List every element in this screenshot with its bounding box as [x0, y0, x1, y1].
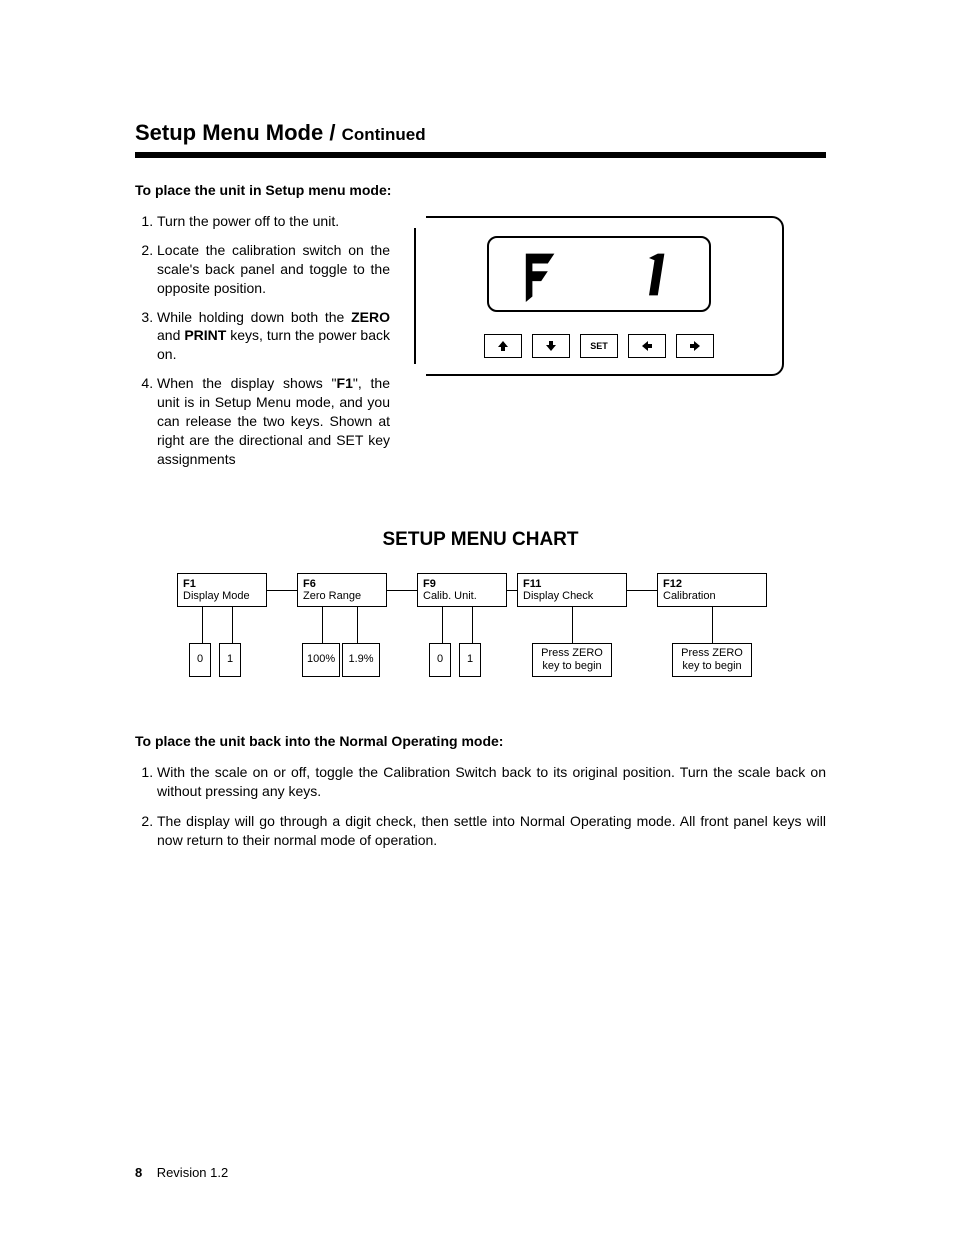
- set-key: SET: [580, 334, 618, 358]
- left-key: [628, 334, 666, 358]
- page-footer: 8 Revision 1.2: [135, 1165, 228, 1180]
- chart-connector: [442, 607, 443, 643]
- chart-connector: [202, 607, 203, 643]
- chart-connector: [232, 607, 233, 643]
- chart-item-f11: F11 Display Check: [517, 573, 627, 607]
- section1-step-1: Turn the power off to the unit.: [157, 212, 390, 231]
- chart-item-f1: F1 Display Mode: [177, 573, 267, 607]
- chart-f1-label: Display Mode: [183, 590, 250, 602]
- section2-step-2: The display will go through a digit chec…: [157, 812, 826, 850]
- chart-f6-code: F6: [303, 578, 316, 590]
- chart-item-f12: F12 Calibration: [657, 573, 767, 607]
- arrow-down-icon: [544, 339, 558, 353]
- key-row: SET: [484, 334, 714, 358]
- chart-f9-code: F9: [423, 578, 436, 590]
- right-key: [676, 334, 714, 358]
- section1-steps-list: Turn the power off to the unit. Locate t…: [135, 212, 390, 469]
- section1-figure-col: SET: [414, 212, 826, 479]
- chart-connector: [627, 590, 657, 591]
- device-panel: SET: [414, 216, 784, 376]
- lcd-display: [487, 236, 711, 312]
- title-rule: [135, 152, 826, 158]
- chart-title: SETUP MENU CHART: [135, 529, 826, 551]
- down-key: [532, 334, 570, 358]
- chart-f9-label: Calib. Unit.: [423, 590, 477, 602]
- page: Setup Menu Mode / Continued To place the…: [0, 0, 954, 1235]
- chart-f11-label: Display Check: [523, 590, 593, 602]
- digit-f: [517, 247, 572, 302]
- up-key: [484, 334, 522, 358]
- chart-f9-opt0: 0: [429, 643, 451, 677]
- chart-f1-code: F1: [183, 578, 196, 590]
- chart-f1-opt1: 1: [219, 643, 241, 677]
- chart-f6-opt1: 1.9%: [342, 643, 380, 677]
- chart-connector: [357, 607, 358, 643]
- setup-menu-chart: F1 Display Mode 0 1 F6 Zero Range 100% 1…: [147, 573, 814, 693]
- section2-steps-list: With the scale on or off, toggle the Cal…: [135, 763, 826, 851]
- section2-step-1: With the scale on or off, toggle the Cal…: [157, 763, 826, 801]
- revision-label: Revision 1.2: [157, 1165, 229, 1180]
- title-continued: Continued: [342, 125, 426, 144]
- chart-f11-code: F11: [523, 578, 541, 590]
- title-sep: /: [323, 120, 341, 145]
- section1-heading: To place the unit in Setup menu mode:: [135, 182, 826, 198]
- chart-f6-label: Zero Range: [303, 590, 361, 602]
- chart-f6-opt0: 100%: [302, 643, 340, 677]
- chart-connector: [572, 607, 573, 643]
- chart-connector: [387, 590, 417, 591]
- chart-connector: [507, 590, 517, 591]
- section1-step-4: When the display shows "F1", the unit is…: [157, 374, 390, 468]
- section1-step-2: Locate the calibration switch on the sca…: [157, 241, 390, 298]
- chart-f12-label: Calibration: [663, 590, 716, 602]
- arrow-left-icon: [640, 339, 654, 353]
- chart-connector: [712, 607, 713, 643]
- section1-step-3: While holding down both the ZERO and PRI…: [157, 308, 390, 365]
- chart-item-f9: F9 Calib. Unit.: [417, 573, 507, 607]
- chart-connector: [322, 607, 323, 643]
- section2-heading: To place the unit back into the Normal O…: [135, 733, 826, 749]
- chart-connector: [472, 607, 473, 643]
- section1-steps-col: Turn the power off to the unit. Locate t…: [135, 212, 390, 479]
- page-number: 8: [135, 1165, 142, 1180]
- section1-two-col: Turn the power off to the unit. Locate t…: [135, 212, 826, 479]
- chart-f11-opt0: Press ZERO key to begin: [532, 643, 612, 677]
- arrow-up-icon: [496, 339, 510, 353]
- chart-f1-opt0: 0: [189, 643, 211, 677]
- title-main: Setup Menu Mode: [135, 120, 323, 145]
- arrow-right-icon: [688, 339, 702, 353]
- chart-f12-opt0: Press ZERO key to begin: [672, 643, 752, 677]
- chart-item-f6: F6 Zero Range: [297, 573, 387, 607]
- chart-f9-opt1: 1: [459, 643, 481, 677]
- digit-1: [627, 247, 682, 302]
- set-key-label: SET: [590, 341, 608, 351]
- page-title: Setup Menu Mode / Continued: [135, 120, 826, 146]
- chart-connector: [267, 590, 297, 591]
- chart-f12-code: F12: [663, 578, 682, 590]
